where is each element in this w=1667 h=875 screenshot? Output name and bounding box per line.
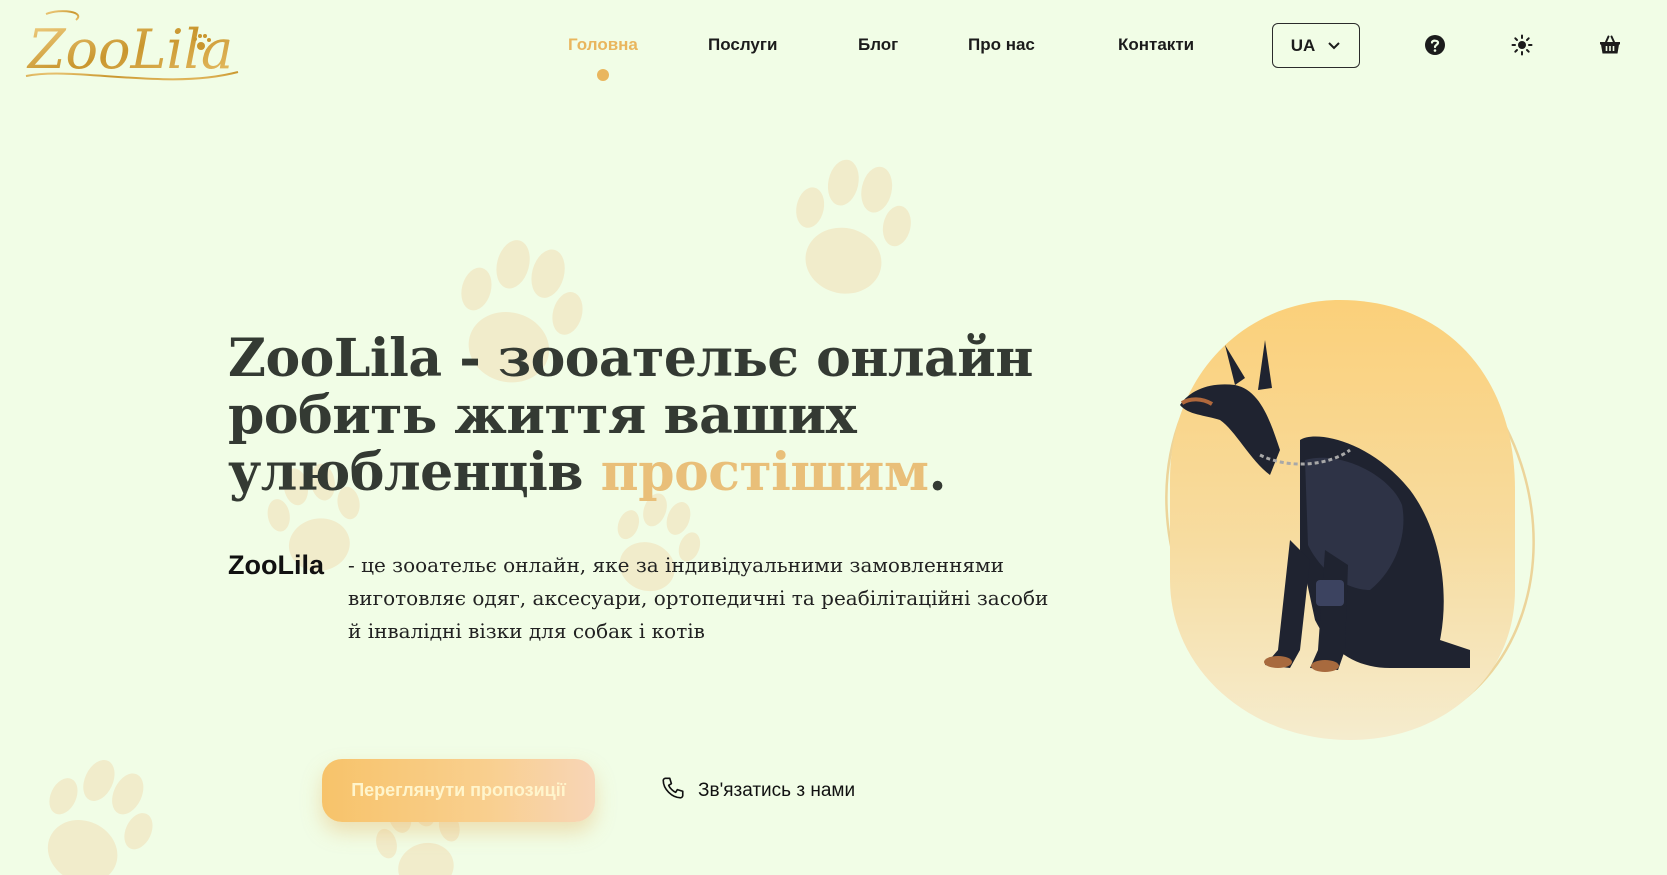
hero-title: ZooLila - зооательє онлайн робить життя … bbox=[228, 330, 1098, 501]
help-icon[interactable] bbox=[1423, 33, 1447, 57]
active-nav-indicator bbox=[597, 69, 609, 81]
hero-title-accent: простішим bbox=[600, 442, 929, 503]
hero-title-end: . bbox=[928, 442, 947, 503]
nav-item-home[interactable]: Головна bbox=[568, 30, 638, 60]
hero-brand-name: ZooLila bbox=[228, 550, 324, 580]
nav-item-blog[interactable]: Блог bbox=[858, 30, 898, 60]
contact-us-link[interactable]: Зв'язатись з нами bbox=[660, 775, 855, 807]
chevron-down-icon bbox=[1327, 36, 1341, 56]
paw-decoration bbox=[766, 142, 934, 318]
main-navigation: Головна Послуги Блог Про нас Контакти bbox=[0, 30, 1667, 60]
contact-us-label: Зв'язатись з нами bbox=[698, 780, 856, 801]
nav-item-services[interactable]: Послуги bbox=[708, 30, 777, 60]
hero-illustration bbox=[1140, 290, 1560, 750]
view-offers-button[interactable]: Переглянути пропозиції bbox=[322, 759, 595, 822]
cart-icon[interactable] bbox=[1598, 33, 1622, 57]
paw-decoration bbox=[7, 734, 184, 875]
phone-icon bbox=[660, 775, 686, 807]
nav-item-about[interactable]: Про нас bbox=[968, 30, 1035, 60]
nav-item-contacts[interactable]: Контакти bbox=[1118, 30, 1194, 60]
hero-description: - це зооательє онлайн, яке за індивідуал… bbox=[348, 553, 1049, 643]
language-select[interactable]: UA bbox=[1272, 23, 1360, 68]
theme-toggle-icon[interactable] bbox=[1510, 33, 1534, 57]
language-value: UA bbox=[1290, 35, 1316, 55]
